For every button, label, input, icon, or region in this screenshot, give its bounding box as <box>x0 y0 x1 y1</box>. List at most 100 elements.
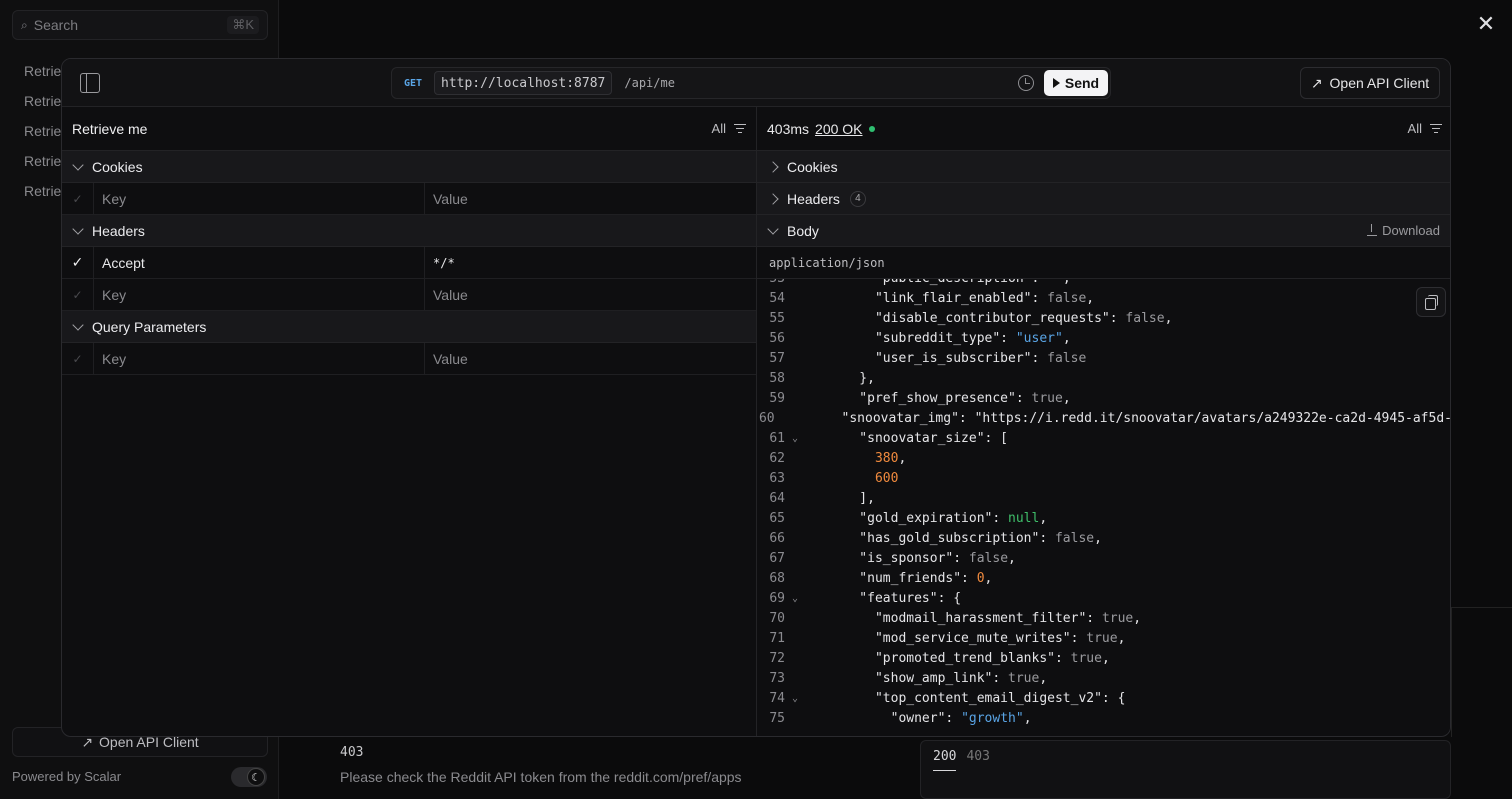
code-line: 58 }, <box>757 369 1450 389</box>
fold-gutter <box>785 549 805 569</box>
chevron-down-icon <box>72 222 84 235</box>
request-path[interactable]: /api/me <box>624 76 675 90</box>
check-icon[interactable]: ✓ <box>62 183 94 214</box>
code-text: "public_description": "", <box>805 279 1071 289</box>
query-parameters-section-toggle[interactable]: Query Parameters <box>62 311 756 343</box>
fold-gutter <box>785 649 805 669</box>
background-panel-edge <box>1451 607 1512 737</box>
history-icon[interactable] <box>1018 75 1034 91</box>
header-key-input[interactable]: Accept <box>94 247 425 278</box>
code-text: "snoovatar_size": [ <box>828 431 1009 446</box>
response-body-code[interactable]: 53 "public_description": "",54 "link_fla… <box>757 279 1450 734</box>
chevron-right-icon <box>767 192 779 205</box>
headers-section-toggle[interactable]: Headers <box>62 215 756 247</box>
request-filter[interactable]: All <box>712 121 746 136</box>
sidebar-nav-item[interactable]: Retrie <box>24 183 61 199</box>
response-filter[interactable]: All <box>1408 121 1442 136</box>
header-value-input[interactable]: Value <box>425 279 756 310</box>
query-key-input[interactable]: Key <box>94 343 425 374</box>
code-line: 63 600 <box>757 469 1450 489</box>
header-row-empty: ✓ Key Value <box>62 279 756 311</box>
code-text: 380, <box>874 451 907 466</box>
open-api-client-button[interactable]: ↗ Open API Client <box>1300 67 1440 99</box>
download-button[interactable]: Download <box>1367 223 1440 238</box>
header-value-input[interactable]: */* <box>425 247 756 278</box>
code-line: 56 "subreddit_type": "user", <box>757 329 1450 349</box>
code-text: "gold_expiration": null, <box>828 511 1048 526</box>
address-bar[interactable]: GET http://localhost:8787 /api/me Send <box>391 67 1111 99</box>
response-headers-label: Headers <box>787 190 840 207</box>
code-line: 67 "is_sponsor": false, <box>757 549 1450 569</box>
line-number: 71 <box>769 631 785 646</box>
response-tab-200[interactable]: 200 <box>933 749 957 771</box>
line-number: 53 <box>757 279 785 289</box>
response-body-toggle[interactable]: Body Download <box>757 215 1450 247</box>
request-pane: Retrieve me All Cookies ✓ Key Value Head… <box>62 107 757 736</box>
code-text: "has_gold_subscription": false, <box>828 531 1102 546</box>
code-text: 600 <box>874 471 899 486</box>
search-shortcut: ⌘K <box>227 16 259 34</box>
content-type-label: application/json <box>757 247 1450 279</box>
chevron-down-icon <box>72 318 84 331</box>
cookie-value-input[interactable]: Value <box>425 183 756 214</box>
code-text: "show_amp_link": true, <box>828 671 1048 686</box>
fold-gutter <box>785 349 805 369</box>
cookies-section-toggle[interactable]: Cookies <box>62 151 756 183</box>
chevron-down-icon <box>767 222 779 235</box>
api-client-modal: GET http://localhost:8787 /api/me Send ↗… <box>61 58 1451 737</box>
sidebar-nav-item[interactable]: Retrie <box>24 153 61 169</box>
code-text: "promoted_trend_blanks": true, <box>828 651 1110 666</box>
query-value-input[interactable]: Value <box>425 343 756 374</box>
check-icon[interactable]: ✓ <box>62 247 94 278</box>
request-header: Retrieve me All <box>62 107 756 151</box>
arrow-up-right-icon: ↗ <box>1310 74 1323 91</box>
sidebar-toggle-icon[interactable] <box>80 73 100 93</box>
search-input[interactable]: ⌕ Search ⌘K <box>12 10 268 40</box>
close-icon[interactable]: ✕ <box>1474 11 1498 36</box>
line-number: 75 <box>769 711 785 726</box>
http-method[interactable]: GET <box>404 78 430 89</box>
theme-toggle[interactable]: ☾ <box>231 767 267 787</box>
response-time: 403ms <box>767 120 810 137</box>
cookie-row: ✓ Key Value <box>62 183 756 215</box>
code-text: "num_friends": 0, <box>828 571 993 586</box>
modal-topbar: GET http://localhost:8787 /api/me Send ↗… <box>62 59 1450 107</box>
code-text: "top_content_email_digest_v2": { <box>828 691 1126 706</box>
chevron-right-icon <box>767 160 779 173</box>
fold-gutter <box>785 529 805 549</box>
code-text: "link_flair_enabled": false, <box>828 291 1095 306</box>
play-icon <box>1052 78 1060 88</box>
server-url[interactable]: http://localhost:8787 <box>434 71 613 95</box>
response-cookies-toggle[interactable]: Cookies <box>757 151 1450 183</box>
search-placeholder: Search <box>33 17 79 33</box>
cookies-section-label: Cookies <box>92 158 143 175</box>
sidebar-nav-item[interactable]: Retrie <box>24 93 61 109</box>
response-body-label: Body <box>787 222 819 239</box>
response-status: 403ms 200 OK <box>767 121 875 137</box>
fold-chevron-icon[interactable]: ⌄ <box>785 429 805 449</box>
line-number: 69 <box>769 591 785 606</box>
sidebar-nav-item[interactable]: Retrie <box>24 63 61 79</box>
send-label: Send <box>1064 75 1100 91</box>
check-icon[interactable]: ✓ <box>62 279 94 310</box>
response-status-code[interactable]: 200 OK <box>815 121 862 137</box>
header-key-input[interactable]: Key <box>94 279 425 310</box>
code-line: 65 "gold_expiration": null, <box>757 509 1450 529</box>
check-icon[interactable]: ✓ <box>62 343 94 374</box>
code-line: 64 ], <box>757 489 1450 509</box>
code-line: 73 "show_amp_link": true, <box>757 669 1450 689</box>
fold-chevron-icon[interactable]: ⌄ <box>785 589 805 609</box>
fold-gutter <box>785 489 805 509</box>
fold-chevron-icon[interactable]: ⌄ <box>785 689 805 709</box>
send-button[interactable]: Send <box>1044 70 1108 96</box>
cookie-key-input[interactable]: Key <box>94 183 425 214</box>
code-text: "subreddit_type": "user", <box>828 331 1071 346</box>
moon-icon: ☾ <box>247 768 265 786</box>
response-tab-403[interactable]: 403 <box>966 749 989 771</box>
line-number: 74 <box>769 691 785 706</box>
code-line: 61 ⌄ "snoovatar_size": [ <box>757 429 1450 449</box>
sidebar-nav-item[interactable]: Retrie <box>24 123 61 139</box>
response-headers-toggle[interactable]: Headers 4 <box>757 183 1450 215</box>
download-icon <box>1367 223 1378 236</box>
code-line: 72 "promoted_trend_blanks": true, <box>757 649 1450 669</box>
